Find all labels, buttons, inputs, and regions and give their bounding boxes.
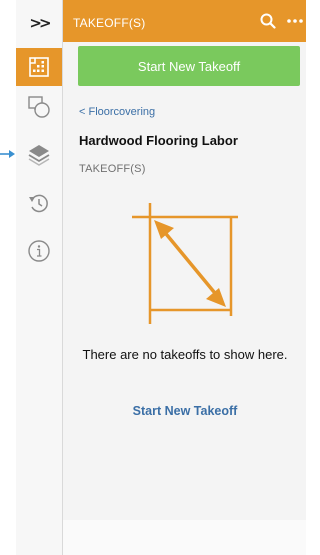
layers-tool-button[interactable] [16,135,62,173]
info-tool-button[interactable] [16,232,62,270]
expand-label: >> [29,14,51,32]
shapes-icon [28,96,50,118]
more-options-button[interactable] [283,10,306,32]
info-icon [28,240,50,262]
more-icon [286,19,303,23]
start-new-takeoff-link[interactable]: Start New Takeoff [79,404,291,418]
item-title: Hardwood Flooring Labor [79,133,238,148]
takeoffs-panel: TAKEOFF(S) Start New Takeoff < Floorcove… [63,0,306,555]
search-button[interactable] [257,10,279,32]
empty-takeoff-illustration-icon [132,203,238,324]
search-icon [260,13,276,29]
layers-icon [28,145,50,166]
history-tool-button[interactable] [16,184,62,222]
arrow-right-icon [0,150,15,158]
takeoff-tool-button[interactable] [16,48,62,86]
empty-state-message: There are no takeoffs to show here. [82,347,288,362]
history-icon [29,194,48,213]
breadcrumb-back-link[interactable]: < Floorcovering [79,106,155,118]
panel-footer [63,520,306,555]
takeoff-grid-icon [29,57,49,77]
shapes-tool-button[interactable] [16,88,62,126]
start-new-takeoff-button[interactable]: Start New Takeoff [78,46,300,86]
panel-title: TAKEOFF(S) [73,16,146,30]
section-label: TAKEOFF(S) [79,163,146,175]
expand-panel-button[interactable]: >> [16,4,62,42]
panel-header: TAKEOFF(S) [63,0,306,42]
tool-rail: >> [16,0,63,555]
takeoff-screen: >> TAKEOFF(S) Start New Takeoff < Floorc… [0,0,306,555]
